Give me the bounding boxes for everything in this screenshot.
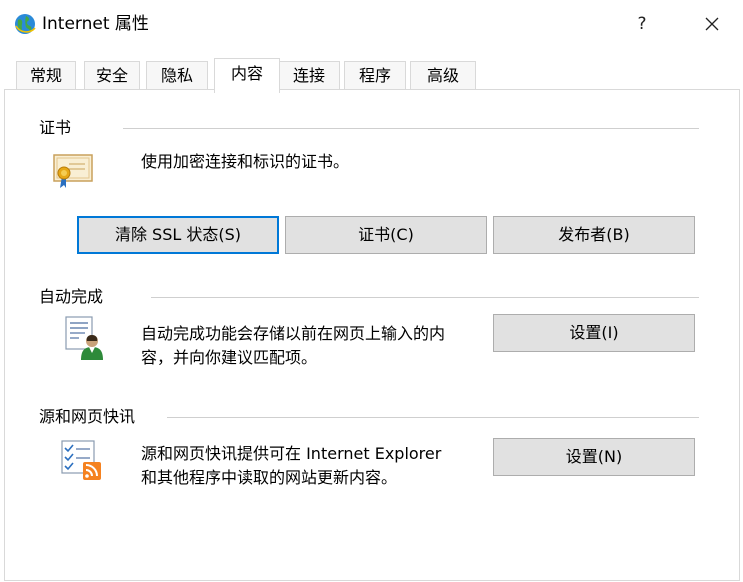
internet-properties-dialog: Internet 属性 ? 常规 安全 隐私 内容 连接 程序 高级 证书 使用… [0,0,743,582]
feeds-settings-button[interactable]: 设置(N) [493,438,695,476]
tab-general[interactable]: 常规 [16,61,76,91]
feeds-group-title: 源和网页快讯 [39,407,136,426]
tab-security[interactable]: 安全 [84,61,140,91]
tab-connections[interactable]: 连接 [278,61,340,91]
certificates-group-title: 证书 [39,118,72,137]
certificates-divider [123,128,699,129]
feeds-divider [167,417,699,418]
help-button[interactable]: ? [620,8,664,40]
tab-programs[interactable]: 程序 [344,61,406,91]
title-bar[interactable]: Internet 属性 ? [0,0,743,48]
content-tab-panel: 证书 使用加密连接和标识的证书。 清除 SSL 状态(S) 证书(C) 发布者(… [4,89,740,581]
certificate-icon [53,154,93,194]
clear-ssl-state-button[interactable]: 清除 SSL 状态(S) [77,216,279,254]
tab-privacy[interactable]: 隐私 [146,61,208,91]
autocomplete-divider [151,297,699,298]
tab-content[interactable]: 内容 [214,58,280,93]
autocomplete-settings-button[interactable]: 设置(I) [493,314,695,352]
globe-icon [14,13,36,35]
tab-strip: 常规 安全 隐私 内容 连接 程序 高级 [16,58,743,93]
autocomplete-description-line1: 自动完成功能会存储以前在网页上输入的内 [141,324,446,343]
feeds-description-line2: 和其他程序中读取的网站更新内容。 [141,468,398,487]
certificates-button[interactable]: 证书(C) [285,216,487,254]
close-icon [705,17,719,31]
autocomplete-description-line2: 容，并向你建议匹配项。 [141,348,318,367]
tab-advanced[interactable]: 高级 [410,61,476,91]
autocomplete-icon [65,316,105,366]
window-title: Internet 属性 [42,14,149,34]
autocomplete-group-title: 自动完成 [39,287,104,306]
feeds-icon [61,440,107,486]
publishers-button[interactable]: 发布者(B) [493,216,695,254]
certificates-description: 使用加密连接和标识的证书。 [141,152,350,171]
feeds-description-line1: 源和网页快讯提供可在 Internet Explorer [141,444,442,463]
close-button[interactable] [690,8,734,40]
